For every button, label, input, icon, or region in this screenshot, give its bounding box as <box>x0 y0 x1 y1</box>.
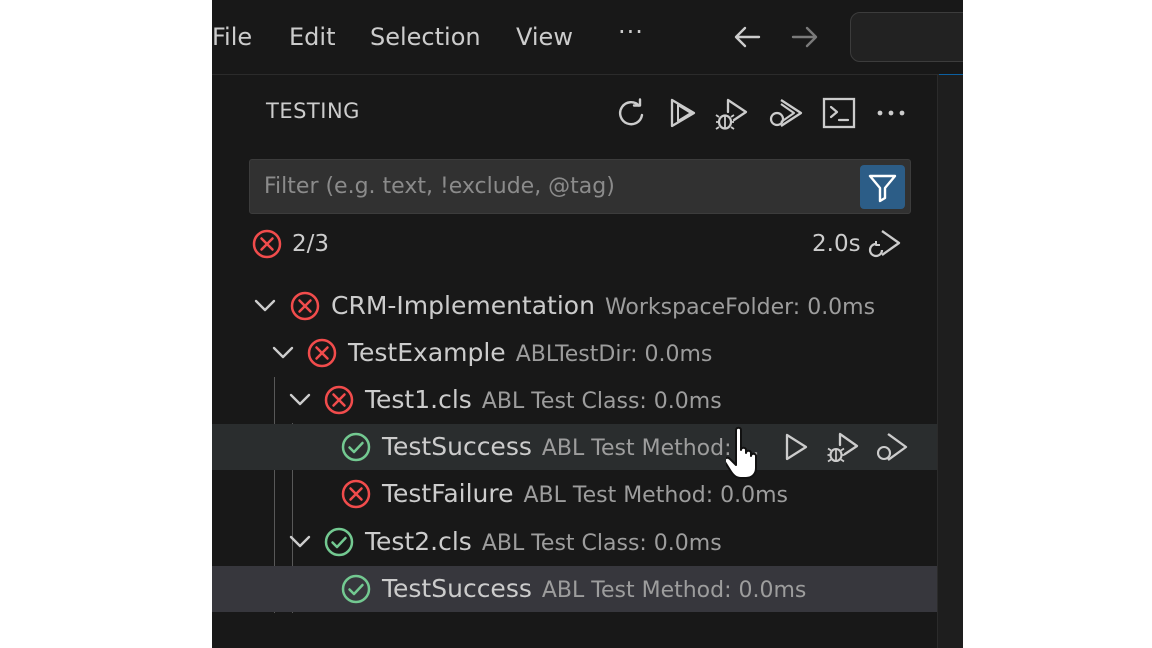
refresh-icon[interactable] <box>612 93 650 133</box>
panel-title: TESTING <box>266 99 360 123</box>
tree-item-test-failure[interactable]: TestFailure ABL Test Method: 0.0ms <box>212 471 937 517</box>
more-icon[interactable] <box>872 93 910 133</box>
passed-icon <box>322 525 356 559</box>
debug-test-icon[interactable] <box>824 428 862 466</box>
tree-item-label: CRM-Implementation WorkspaceFolder: 0.0ms <box>331 291 876 320</box>
tree-item-label: TestSuccess ABL Test Method: 0.0ms <box>382 574 807 603</box>
arrow-left-icon[interactable] <box>731 20 765 54</box>
tree-item-test-success-2[interactable]: TestSuccess ABL Test Method: 0.0ms <box>212 566 937 612</box>
tree-item-test2-class[interactable]: Test2.cls ABL Test Class: 0.0ms <box>212 519 937 565</box>
rerun-icon[interactable] <box>868 227 902 263</box>
tree-item-test-success-1[interactable]: TestSuccess ABL Test Method: ... <box>212 424 937 470</box>
chevron-down-icon[interactable] <box>268 338 298 368</box>
terminal-icon[interactable] <box>820 93 858 133</box>
chevron-down-icon[interactable] <box>285 385 315 415</box>
filter-box <box>249 159 911 214</box>
menu-selection[interactable]: Selection <box>370 20 481 54</box>
command-center[interactable] <box>850 12 963 62</box>
tree-item-label: TestSuccess ABL Test Method: ... <box>382 432 760 461</box>
tree-item-test1-class[interactable]: Test1.cls ABL Test Class: 0.0ms <box>212 377 937 423</box>
failed-icon <box>339 477 373 511</box>
run-with-coverage-icon[interactable] <box>767 93 805 133</box>
duration-label: 2.0s <box>812 231 861 257</box>
debug-all-icon[interactable] <box>714 93 752 133</box>
error-icon <box>250 227 284 261</box>
failed-icon <box>322 383 356 417</box>
run-coverage-icon[interactable] <box>872 428 910 466</box>
failed-icon <box>288 289 322 323</box>
tree-item-label: TestFailure ABL Test Method: 0.0ms <box>382 479 788 508</box>
hand-cursor-icon <box>723 424 766 482</box>
menu-more-icon[interactable]: ··· <box>618 18 644 46</box>
filter-icon[interactable] <box>860 165 905 209</box>
menu-bar: File Edit Selection View ··· <box>212 0 963 75</box>
tree-item-workspace[interactable]: CRM-Implementation WorkspaceFolder: 0.0ms <box>212 283 937 329</box>
filter-input[interactable] <box>250 160 850 213</box>
failed-icon <box>305 336 339 370</box>
run-all-icon[interactable] <box>664 93 702 133</box>
run-test-icon[interactable] <box>776 428 814 466</box>
tree-item-label: TestExample ABLTestDir: 0.0ms <box>348 338 713 367</box>
tree-item-label: Test2.cls ABL Test Class: 0.0ms <box>365 527 722 556</box>
summary-count: 2/3 <box>292 231 330 257</box>
testing-panel: TESTING 2/3 2.0s <box>212 75 938 648</box>
passed-icon <box>339 430 373 464</box>
chevron-down-icon[interactable] <box>285 527 315 557</box>
passed-icon <box>339 572 373 606</box>
chevron-down-icon[interactable] <box>250 291 280 321</box>
tree-item-testdir[interactable]: TestExample ABLTestDir: 0.0ms <box>212 330 937 376</box>
menu-edit[interactable]: Edit <box>289 20 335 54</box>
editor-edge <box>938 75 963 648</box>
menu-view[interactable]: View <box>516 20 573 54</box>
tree-item-label: Test1.cls ABL Test Class: 0.0ms <box>365 385 722 414</box>
menu-file[interactable]: File <box>212 20 252 54</box>
arrow-right-icon[interactable] <box>787 20 821 54</box>
vscode-window: File Edit Selection View ··· TESTING Fil… <box>212 0 963 648</box>
